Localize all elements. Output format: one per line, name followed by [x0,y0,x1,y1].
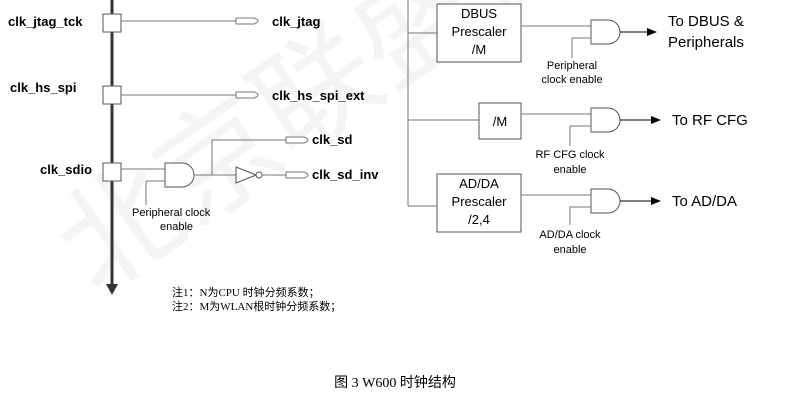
jtag-clock-row: clk_jtag_tck clk_jtag [8,13,320,33]
adda-box-line-3: /2,4 [468,212,490,227]
adda-output-label: To AD/DA [672,193,737,210]
adda-branch: AD/DA Prescaler /2,4 AD/DA clock enable … [408,173,737,256]
rf-cfg-branch: /M RF CFG clock enable To RF CFG [408,102,748,176]
clock-structure-diagram: 北京联盛德 clk_jtag_tck clk_jtag clk_hs_spi c… [0,0,790,400]
dbus-output-label-1: To DBUS & [668,13,744,30]
dbus-enable-label-1: Peripheral [547,60,597,72]
rf-output-label: To RF CFG [672,112,748,129]
adda-enable-label-2: enable [553,244,586,256]
sdio-gate-box [102,162,122,182]
sd-inv-output-port [285,171,309,179]
hs-spi-output-label: clk_hs_spi_ext [272,88,365,103]
rf-enable-label-2: enable [553,164,586,176]
adda-box-line-2: Prescaler [452,194,508,209]
note-2: 注2：M为WLAN根时钟分频系数； [172,299,341,313]
adda-and-gate [590,188,621,214]
peripheral-enable-label-2: enable [160,221,193,233]
rf-and-gate [590,107,621,133]
adda-enable-label-1: AD/DA clock [539,229,601,241]
dbus-enable-label-2: clock enable [541,74,602,86]
sdio-input-label: clk_sdio [40,162,92,177]
hs-spi-output-port [235,91,259,99]
sdio-and-gate [164,162,195,188]
dbus-output-label-2: Peripherals [668,34,744,51]
diagram-canvas: 北京联盛德 clk_jtag_tck clk_jtag clk_hs_spi c… [8,0,748,391]
note-1: 注1：N为CPU 时钟分频系数； [172,285,320,299]
hs-spi-input-label: clk_hs_spi [10,80,77,95]
rf-enable-label-1: RF CFG clock [535,149,605,161]
hs-spi-gate-box [102,85,122,105]
jtag-gate-box [102,13,122,33]
dbus-box-line-1: DBUS [461,6,497,21]
jtag-output-label: clk_jtag [272,14,320,29]
sd-inv-output-label: clk_sd_inv [312,167,379,182]
adda-box-line-1: AD/DA [459,176,499,191]
dbus-box-line-2: Prescaler [452,24,508,39]
rf-box-label: /M [493,114,507,129]
figure-caption: 图 3 W600 时钟结构 [334,374,456,391]
sd-output-label: clk_sd [312,132,353,147]
dbus-and-gate [590,19,621,45]
sd-output-port [285,136,309,144]
jtag-input-label: clk_jtag_tck [8,14,83,29]
peripheral-enable-label-1: Peripheral clock [132,207,211,219]
dbus-box-line-3: /M [472,42,486,57]
jtag-output-port [235,17,259,25]
